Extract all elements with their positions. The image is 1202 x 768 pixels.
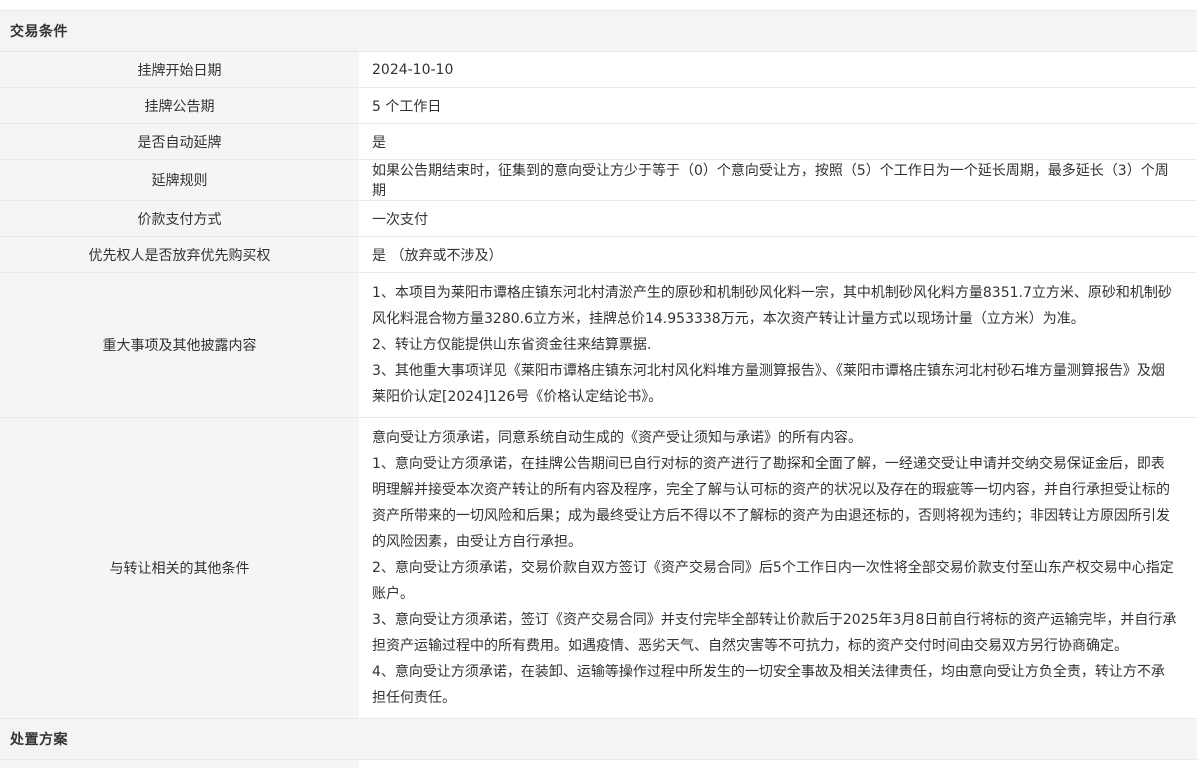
table-row: 价款支付方式 一次支付 [0, 201, 1197, 237]
table-row: 组织交易方式 动态报价 [0, 760, 1197, 768]
row-value-paragraph: 3、意向受让方须承诺，签订《资产交易合同》并支付完毕全部转让价款后于2025年3… [372, 607, 1177, 659]
section-rows: 挂牌开始日期 2024-10-10 挂牌公告期 5 个工作日 是否自动延牌 是 … [0, 52, 1197, 719]
table-row: 挂牌公告期 5 个工作日 [0, 88, 1197, 124]
row-label: 挂牌开始日期 [0, 52, 360, 87]
row-label: 优先权人是否放弃优先购买权 [0, 237, 360, 272]
row-value: 动态报价 [360, 760, 1197, 768]
table-row: 重大事项及其他披露内容 1、本项目为莱阳市谭格庄镇东河北村清淤产生的原砂和机制砂… [0, 273, 1197, 418]
row-value-paragraph: 1、意向受让方须承诺，在挂牌公告期间已自行对标的资产进行了勘探和全面了解，一经递… [372, 451, 1177, 555]
section-rows: 组织交易方式 动态报价 [0, 760, 1197, 768]
section-title: 交易条件 [0, 11, 1197, 52]
row-value-paragraph: 2、意向受让方须承诺，交易价款自双方签订《资产交易合同》后5个工作日内一次性将全… [372, 555, 1177, 607]
detail-table: 交易条件 挂牌开始日期 2024-10-10 挂牌公告期 5 个工作日 是否自动… [0, 10, 1197, 768]
section-title: 处置方案 [0, 719, 1197, 760]
row-label: 重大事项及其他披露内容 [0, 273, 360, 417]
row-value-paragraph: 1、本项目为莱阳市谭格庄镇东河北村清淤产生的原砂和机制砂风化料一宗，其中机制砂风… [372, 280, 1177, 332]
row-value: 意向受让方须承诺，同意系统自动生成的《资产受让须知与承诺》的所有内容。1、意向受… [360, 418, 1197, 718]
row-value: 2024-10-10 [360, 52, 1197, 87]
row-label: 挂牌公告期 [0, 88, 360, 123]
table-row: 与转让相关的其他条件 意向受让方须承诺，同意系统自动生成的《资产受让须知与承诺》… [0, 418, 1197, 719]
row-value: 一次支付 [360, 201, 1197, 236]
table-row: 挂牌开始日期 2024-10-10 [0, 52, 1197, 88]
row-value-paragraph: 2、转让方仅能提供山东省资金往来结算票据. [372, 332, 1177, 358]
table-row: 延牌规则 如果公告期结束时，征集到的意向受让方少于等于（0）个意向受让方，按照（… [0, 160, 1197, 201]
table-row: 是否自动延牌 是 [0, 124, 1197, 160]
row-value-paragraph: 意向受让方须承诺，同意系统自动生成的《资产受让须知与承诺》的所有内容。 [372, 425, 1177, 451]
table-section: 交易条件 挂牌开始日期 2024-10-10 挂牌公告期 5 个工作日 是否自动… [0, 11, 1197, 719]
row-value-paragraph: 3、其他重大事项详见《莱阳市谭格庄镇东河北村风化料堆方量测算报告》、《莱阳市谭格… [372, 358, 1177, 410]
row-label: 价款支付方式 [0, 201, 360, 236]
row-label: 组织交易方式 [0, 760, 360, 768]
table-row: 优先权人是否放弃优先购买权 是 （放弃或不涉及） [0, 237, 1197, 273]
row-value-paragraph: 4、意向受让方须承诺，在装卸、运输等操作过程中所发生的一切安全事故及相关法律责任… [372, 659, 1177, 711]
row-value: 如果公告期结束时，征集到的意向受让方少于等于（0）个意向受让方，按照（5）个工作… [360, 160, 1197, 200]
row-label: 是否自动延牌 [0, 124, 360, 159]
row-value: 5 个工作日 [360, 88, 1197, 123]
row-label: 与转让相关的其他条件 [0, 418, 360, 718]
row-value: 是 （放弃或不涉及） [360, 237, 1197, 272]
table-section: 处置方案 组织交易方式 动态报价 [0, 719, 1197, 768]
row-value: 1、本项目为莱阳市谭格庄镇东河北村清淤产生的原砂和机制砂风化料一宗，其中机制砂风… [360, 273, 1197, 417]
row-value: 是 [360, 124, 1197, 159]
row-label: 延牌规则 [0, 160, 360, 200]
